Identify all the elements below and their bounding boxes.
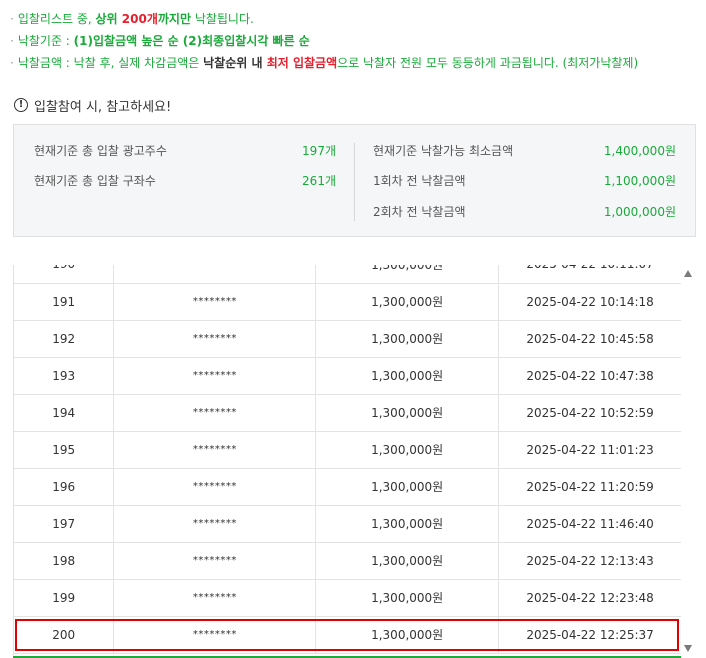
- bidder-cell: ********: [113, 283, 317, 321]
- scroll-up-arrow-icon[interactable]: [684, 270, 692, 277]
- bidder-cell: ********: [113, 320, 317, 358]
- summary-label: 1회차 전 낙찰금액: [373, 174, 466, 188]
- bidder-cell: ********: [113, 579, 317, 617]
- bullet: ·: [10, 34, 14, 48]
- rank-cell: 194: [14, 394, 115, 432]
- amount-cell: 1,300,000원: [315, 394, 500, 432]
- table-row: 192 ******** 1,300,000원 2025-04-22 10:45:58: [14, 320, 681, 358]
- auction-rules: · 입찰리스트 중, 상위 200개까지만 낙찰됩니다. · 낙찰기준 : (1)입…: [10, 10, 700, 76]
- rule-winning-criteria: · 낙찰기준 : (1)입찰금액 높은 순 (2)최종입찰시각 빠른 순: [10, 34, 310, 48]
- table-row: 199 ******** 1,300,000원 2025-04-22 12:23:48: [14, 579, 681, 617]
- bullet: ·: [10, 12, 14, 26]
- rule-top-200: · 입찰리스트 중, 상위 200개까지만 낙찰됩니다.: [10, 12, 254, 26]
- amount-cell: 1,300,000원: [315, 357, 500, 395]
- rank-cell: 199: [14, 579, 115, 617]
- vertical-scrollbar[interactable]: [681, 265, 696, 658]
- time-cell: 2025-04-22 11:01:23: [498, 431, 681, 469]
- table-row: 191 ******** 1,300,000원 2025-04-22 10:14:18: [14, 283, 681, 321]
- rule-winning-amount: · 낙찰금액 : 낙찰 후, 실제 차감금액은 낙찰순위 내 최저 입찰금액으로 …: [10, 56, 639, 70]
- bullet: ·: [10, 56, 14, 70]
- scroll-down-arrow-icon[interactable]: [684, 645, 692, 652]
- table-row: 194 ******** 1,300,000원 2025-04-22 10:52:59: [14, 394, 681, 432]
- amount-cell: 1,300,000원: [315, 265, 500, 284]
- bid-notice-heading: ! 입찰참여 시, 참고하세요!: [14, 96, 172, 115]
- rank-cell: 195: [14, 431, 115, 469]
- bid-summary-panel: 현재기준 총 입찰 광고주수 197개 현재기준 총 입찰 구좌수 261개 현…: [13, 124, 696, 237]
- rank-cell: 197: [14, 505, 115, 543]
- bidder-cell: ********: [113, 265, 317, 284]
- rank-cell: 193: [14, 357, 115, 395]
- amount-cell: 1,300,000원: [315, 542, 500, 580]
- summary-divider: [354, 143, 355, 221]
- summary-label: 현재기준 낙찰가능 최소금액: [373, 144, 514, 158]
- rank-cell: 196: [14, 468, 115, 506]
- time-cell: 2025-04-22 11:20:59: [498, 468, 681, 506]
- bid-list-scroll-area[interactable]: 190********1,300,000원2025-04-22 10:11:07…: [13, 265, 681, 658]
- summary-label: 2회차 전 낙찰금액: [373, 205, 466, 219]
- amount-cell: 1,300,000원: [315, 579, 500, 617]
- bidder-cell: ********: [113, 357, 317, 395]
- amount-cell: 1,300,000원: [315, 505, 500, 543]
- table-row: 197 ******** 1,300,000원 2025-04-22 11:46:40: [14, 505, 681, 543]
- time-cell: 2025-04-22 10:45:58: [498, 320, 681, 358]
- rank-cell: 190: [14, 265, 115, 284]
- time-cell: 2025-04-22 10:52:59: [498, 394, 681, 432]
- time-cell: 2025-04-22 12:13:43: [498, 542, 681, 580]
- bid-list-body: 190********1,300,000원2025-04-22 10:11:07…: [14, 265, 681, 654]
- bidder-cell: ********: [113, 505, 317, 543]
- summary-value: 1,400,000원: [603, 144, 676, 158]
- time-cell: 2025-04-22 10:14:18: [498, 283, 681, 321]
- rank-cell: 198: [14, 542, 115, 580]
- summary-value: 1,100,000원: [603, 174, 676, 188]
- bidder-cell: ********: [113, 542, 317, 580]
- bidder-cell: ********: [113, 431, 317, 469]
- time-cell: 2025-04-22 12:25:37: [498, 616, 681, 654]
- time-cell: 2025-04-22 10:11:07: [498, 265, 681, 284]
- exclamation-circle-icon: !: [14, 98, 28, 112]
- rank-cell: 200: [14, 616, 115, 654]
- bidder-cell: ********: [113, 468, 317, 506]
- summary-value: 261개: [302, 174, 336, 188]
- time-cell: 2025-04-22 10:47:38: [498, 357, 681, 395]
- bidder-cell: ********: [113, 616, 317, 654]
- bidder-cell: ********: [113, 394, 317, 432]
- amount-cell: 1,300,000원: [315, 283, 500, 321]
- summary-value: 197개: [302, 144, 336, 158]
- table-row-highlighted: 200 ******** 1,300,000원 2025-04-22 12:25:37: [14, 616, 681, 654]
- time-cell: 2025-04-22 11:46:40: [498, 505, 681, 543]
- amount-cell: 1,300,000원: [315, 431, 500, 469]
- summary-label: 현재기준 총 입찰 광고주수: [34, 144, 167, 158]
- table-row: 193 ******** 1,300,000원 2025-04-22 10:47:38: [14, 357, 681, 395]
- rank-cell: 192: [14, 320, 115, 358]
- table-row: 190********1,300,000원2025-04-22 10:11:07: [14, 265, 681, 284]
- table-row: 196 ******** 1,300,000원 2025-04-22 11:20:59: [14, 468, 681, 506]
- summary-value: 1,000,000원: [603, 205, 676, 219]
- summary-label: 현재기준 총 입찰 구좌수: [34, 174, 156, 188]
- amount-cell: 1,300,000원: [315, 616, 500, 654]
- table-row: 198 ******** 1,300,000원 2025-04-22 12:13:43: [14, 542, 681, 580]
- rank-cell: 191: [14, 283, 115, 321]
- amount-cell: 1,300,000원: [315, 468, 500, 506]
- table-row: 195 ******** 1,300,000원 2025-04-22 11:01:23: [14, 431, 681, 469]
- time-cell: 2025-04-22 12:23:48: [498, 579, 681, 617]
- amount-cell: 1,300,000원: [315, 320, 500, 358]
- notice-text: 입찰참여 시, 참고하세요!: [34, 99, 172, 115]
- bid-list-table: 190********1,300,000원2025-04-22 10:11:07…: [14, 265, 681, 654]
